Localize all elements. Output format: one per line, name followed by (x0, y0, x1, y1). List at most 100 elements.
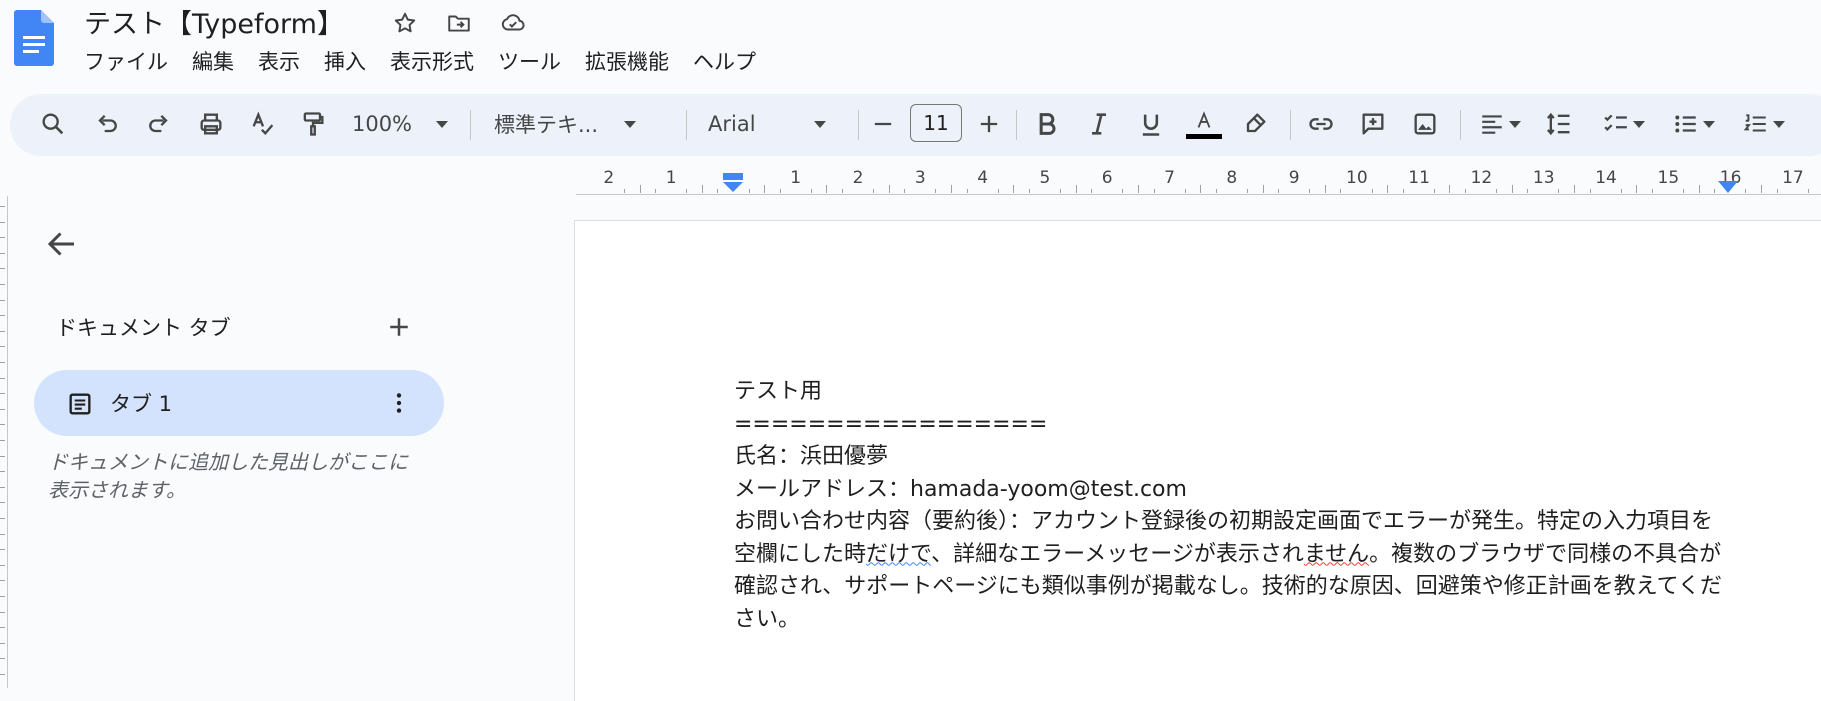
chevron-down-icon (624, 120, 637, 128)
ruler-tick (0, 674, 5, 675)
move-to-folder-icon[interactable] (446, 10, 472, 36)
ruler-number: 2 (603, 168, 615, 188)
ruler-tick (0, 221, 5, 223)
ruler-tick (1776, 189, 1778, 193)
more-vert-icon[interactable] (386, 388, 412, 418)
search-icon[interactable] (38, 106, 68, 142)
ruler-tick (951, 185, 953, 193)
ruler-tick (1013, 185, 1015, 193)
menu-view[interactable]: 表示 (258, 46, 300, 76)
ruler-tick (1309, 189, 1311, 193)
document-body[interactable]: テスト用 ================= 氏名：浜田優夢 メールアドレス：h… (734, 376, 1730, 636)
grammar-suggestion[interactable]: だけで (866, 542, 931, 567)
align-icon[interactable] (1472, 106, 1528, 142)
print-icon[interactable] (196, 106, 226, 142)
ruler-tick (826, 185, 828, 193)
ruler-tick (0, 377, 5, 379)
undo-icon[interactable] (92, 106, 122, 142)
ruler-tick (1589, 189, 1591, 193)
right-indent-marker-icon[interactable] (1718, 180, 1738, 199)
add-comment-icon[interactable] (1358, 106, 1388, 142)
ruler-tick (904, 189, 906, 193)
increase-font-size-button[interactable] (974, 106, 1004, 142)
menu-insert[interactable]: 挿入 (324, 46, 366, 76)
menu-format[interactable]: 表示形式 (390, 46, 474, 76)
docs-logo-icon[interactable] (14, 10, 54, 66)
add-tab-button[interactable] (384, 312, 414, 342)
ruler-tick (0, 440, 5, 441)
ruler-number: 3 (914, 168, 926, 188)
ruler-tick (1246, 189, 1248, 193)
ruler-tick (0, 533, 5, 535)
document-tabs-heading: ドキュメント タブ (56, 316, 231, 340)
ruler-tick (1371, 189, 1373, 193)
checklist-icon[interactable] (1596, 106, 1652, 142)
cloud-saved-icon[interactable] (500, 10, 526, 36)
redo-icon[interactable] (144, 106, 174, 142)
ruler-tick (1636, 185, 1638, 193)
menu-help[interactable]: ヘルプ (693, 46, 756, 76)
chevron-down-icon (1633, 120, 1645, 128)
ruler-tick (1184, 189, 1186, 193)
chevron-down-icon (813, 120, 826, 128)
ruler-tick (1698, 185, 1700, 193)
text-color-icon[interactable] (1184, 106, 1224, 142)
spellcheck-icon[interactable] (248, 106, 278, 142)
font-select[interactable]: Arial (708, 106, 838, 142)
ruler-tick (1262, 185, 1264, 193)
ruler-tick (997, 189, 999, 193)
ruler-tick (0, 518, 5, 519)
ruler-tick (639, 185, 641, 193)
toolbar-divider (858, 110, 859, 140)
numbered-list-icon[interactable] (1736, 106, 1792, 142)
menu-tools[interactable]: ツール (498, 46, 561, 76)
ruler-number: 1 (665, 168, 677, 188)
insert-image-icon[interactable] (1410, 106, 1440, 142)
ruler-tick (748, 189, 750, 193)
ruler-tick (686, 189, 688, 193)
toolbar-divider (1290, 110, 1291, 140)
document-title[interactable]: テスト【Typeform】 (84, 2, 344, 41)
ruler-tick (1511, 185, 1513, 193)
style-select[interactable]: 標準テキ... (494, 106, 664, 142)
ruler-tick (1122, 189, 1124, 193)
ruler-number: 14 (1595, 168, 1617, 188)
link-icon[interactable] (1306, 106, 1336, 142)
menu-edit[interactable]: 編集 (192, 46, 234, 76)
menu-bar: ファイル 編集 表示 挿入 表示形式 ツール 拡張機能 ヘルプ (84, 46, 780, 76)
decrease-font-size-button[interactable] (868, 106, 898, 142)
ruler-number: 6 (1101, 168, 1113, 188)
highlight-icon[interactable] (1240, 106, 1270, 142)
ruler-number: 9 (1288, 168, 1300, 188)
underline-icon[interactable] (1136, 106, 1166, 142)
ruler-number: 10 (1346, 168, 1368, 188)
ruler-tick (717, 189, 719, 193)
sidebar-item-tab-1[interactable] (34, 370, 444, 436)
ruler-tick (1574, 185, 1576, 193)
bulleted-list-icon[interactable] (1666, 106, 1722, 142)
back-arrow-icon[interactable] (44, 226, 80, 262)
horizontal-ruler[interactable] (576, 168, 1821, 195)
menu-file[interactable]: ファイル (84, 46, 168, 76)
ruler-number: 4 (977, 168, 989, 188)
indent-marker-icon[interactable] (722, 172, 744, 198)
toolbar-divider (1460, 110, 1461, 140)
outline-placeholder: ドキュメントに追加した見出しがここに表示されます。 (48, 450, 408, 502)
zoom-select[interactable]: 100% (350, 106, 450, 142)
ruler-tick (0, 252, 5, 254)
ruler-tick (0, 471, 5, 473)
paint-format-icon[interactable] (298, 106, 328, 142)
star-icon[interactable] (392, 10, 418, 36)
bold-icon[interactable] (1032, 106, 1062, 142)
ruler-tick (1807, 189, 1809, 193)
ruler-tick (842, 189, 844, 193)
line-spacing-icon[interactable] (1544, 106, 1574, 142)
ruler-number: 7 (1164, 168, 1175, 188)
font-size-input[interactable]: 11 (910, 104, 962, 142)
ruler-tick (0, 455, 5, 457)
ruler-number: 1 (790, 168, 802, 188)
menu-extensions[interactable]: 拡張機能 (585, 46, 669, 76)
italic-icon[interactable] (1084, 106, 1114, 142)
spelling-suggestion[interactable]: ません (1304, 542, 1369, 567)
ruler-number: 5 (1039, 168, 1051, 188)
